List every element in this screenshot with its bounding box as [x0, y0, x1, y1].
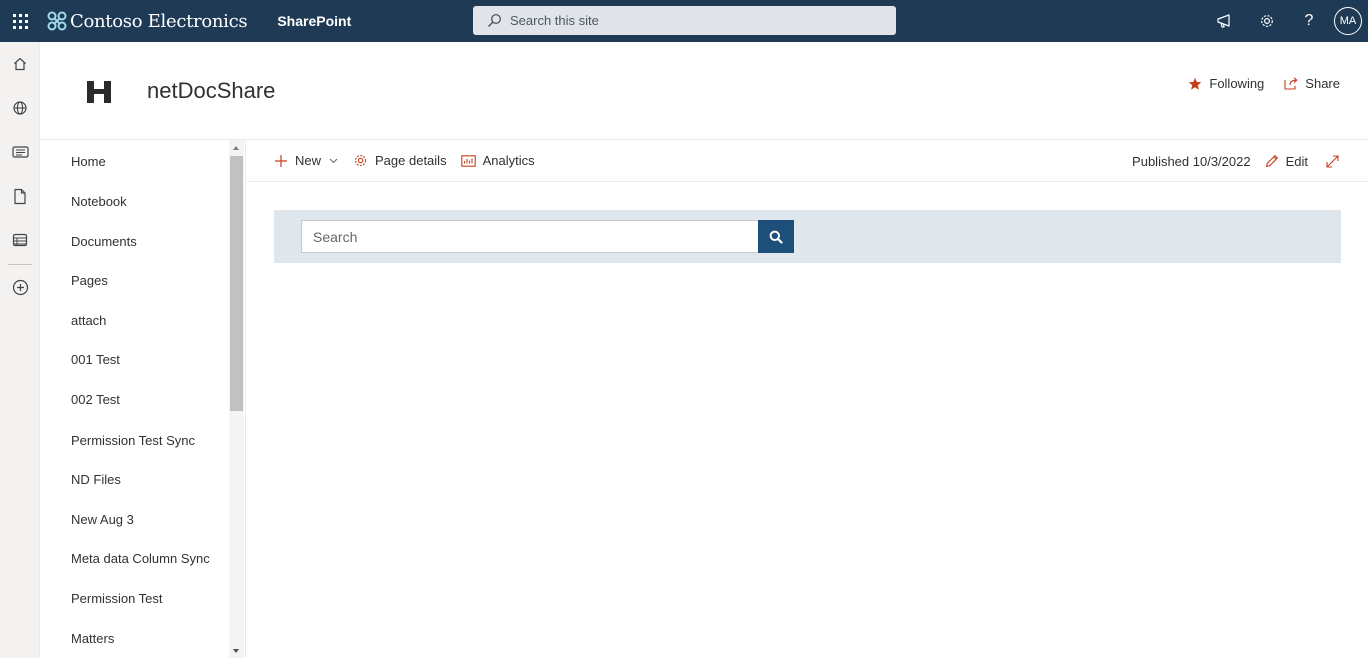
- page-details-label: Page details: [375, 153, 447, 168]
- site-header: netDocShare Following Share: [40, 42, 1368, 140]
- analytics-icon: [460, 154, 476, 167]
- suite-bar: Contoso Electronics SharePoint Search th…: [0, 0, 1368, 42]
- create-app-button[interactable]: [0, 267, 40, 307]
- gear-icon: [354, 154, 367, 167]
- star-icon: [1189, 77, 1202, 90]
- notifications-button[interactable]: [1204, 0, 1246, 42]
- nav-item-new-aug-3[interactable]: New Aug 3: [71, 512, 134, 527]
- nav-item-home[interactable]: Home: [71, 154, 106, 169]
- app-bar: [0, 42, 40, 658]
- nav-item-notebook[interactable]: Notebook: [71, 194, 127, 209]
- search-button[interactable]: [758, 220, 794, 253]
- page-details-button[interactable]: Page details: [353, 153, 447, 168]
- app-bar-divider: [7, 264, 32, 265]
- share-icon: [1284, 77, 1298, 90]
- nav-item-permission-test[interactable]: Permission Test: [71, 591, 163, 606]
- expand-button[interactable]: [1326, 154, 1346, 168]
- lists-app-button[interactable]: [0, 218, 40, 262]
- nav-item-documents[interactable]: Documents: [71, 234, 137, 249]
- globe-icon: [13, 101, 27, 115]
- following-label: Following: [1209, 76, 1265, 91]
- search-icon: [769, 230, 783, 244]
- share-button[interactable]: Share: [1284, 76, 1340, 91]
- news-icon: [11, 146, 29, 158]
- files-app-button[interactable]: [0, 174, 40, 218]
- avatar[interactable]: MA: [1334, 7, 1362, 35]
- site-navigation: Home Notebook Documents Pages attach 001…: [40, 140, 246, 658]
- contoso-logo-icon: [47, 11, 67, 31]
- scroll-up-arrow-icon[interactable]: [233, 146, 239, 150]
- list-icon: [12, 233, 28, 247]
- nav-item-nd-files[interactable]: ND Files: [71, 472, 121, 487]
- waffle-icon: [12, 13, 28, 29]
- search-input[interactable]: [301, 220, 759, 253]
- nav-item-meta-data-column-sync[interactable]: Meta data Column Sync: [71, 551, 210, 566]
- following-button[interactable]: Following: [1188, 76, 1264, 91]
- nav-item-001-test[interactable]: 001 Test: [71, 352, 120, 367]
- edit-label: Edit: [1285, 153, 1308, 169]
- add-circle-icon: [12, 279, 28, 295]
- chevron-down-icon: [329, 158, 338, 163]
- scrollbar-thumb[interactable]: [230, 156, 243, 411]
- plus-icon: [275, 154, 287, 167]
- brand-link[interactable]: Contoso Electronics: [46, 10, 248, 32]
- news-app-button[interactable]: [0, 130, 40, 174]
- analytics-button[interactable]: Analytics: [460, 153, 535, 168]
- nav-item-matters[interactable]: Matters: [71, 631, 114, 646]
- sharepoint-link[interactable]: SharePoint: [277, 13, 351, 29]
- search-icon: [488, 14, 501, 27]
- new-label: New: [295, 153, 322, 168]
- home-icon: [14, 57, 26, 71]
- command-bar-right: Published 10/3/2022 Edit: [1132, 140, 1346, 182]
- help-button[interactable]: ?: [1288, 0, 1330, 42]
- scroll-down-arrow-icon[interactable]: [233, 649, 239, 653]
- home-app-button[interactable]: [0, 42, 40, 86]
- app-launcher-button[interactable]: [0, 0, 40, 42]
- nav-scrollbar[interactable]: [229, 140, 244, 658]
- sites-app-button[interactable]: [0, 86, 40, 130]
- nav-item-permission-test-sync[interactable]: Permission Test Sync: [71, 433, 195, 448]
- site-search-placeholder: Search this site: [510, 13, 599, 28]
- site-header-actions: Following Share: [1168, 76, 1340, 91]
- document-icon: [14, 188, 26, 204]
- site-search-box[interactable]: Search this site: [473, 6, 896, 35]
- nav-item-pages[interactable]: Pages: [71, 273, 108, 288]
- pencil-icon: [1265, 155, 1278, 168]
- nav-item-002-test[interactable]: 002 Test: [71, 392, 120, 407]
- help-icon: ?: [1304, 12, 1314, 29]
- new-button[interactable]: New: [274, 153, 338, 168]
- brand-name: Contoso Electronics: [70, 10, 248, 32]
- expand-icon: [1326, 154, 1339, 168]
- analytics-label: Analytics: [482, 153, 535, 168]
- published-status: Published 10/3/2022: [1132, 153, 1251, 169]
- gear-icon: [1261, 15, 1273, 27]
- site-title[interactable]: netDocShare: [147, 78, 275, 104]
- suite-bar-actions: ? MA: [1204, 0, 1368, 42]
- site-logo[interactable]: [86, 80, 112, 104]
- nav-item-attach[interactable]: attach: [71, 313, 106, 328]
- edit-button[interactable]: Edit: [1265, 154, 1308, 169]
- share-label: Share: [1305, 76, 1340, 91]
- search-webpart: [274, 210, 1341, 263]
- megaphone-icon: [1217, 14, 1230, 28]
- command-bar: New Page details Analytics Published 10/…: [247, 140, 1368, 182]
- settings-button[interactable]: [1246, 0, 1288, 42]
